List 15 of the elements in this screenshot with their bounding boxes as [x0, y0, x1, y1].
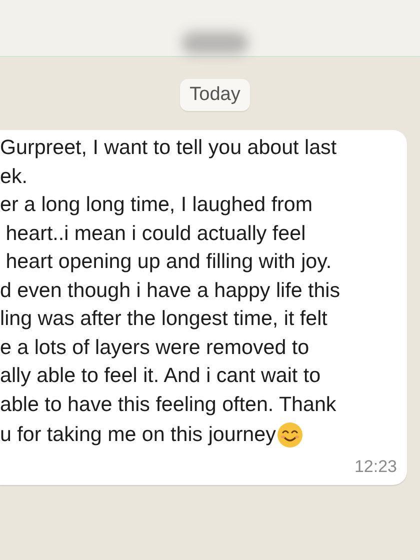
message-line: Gurpreet, I want to tell you about last: [0, 135, 338, 161]
message-line: able to have this feeling often. Thank: [0, 392, 338, 418]
message-line: heart..i mean i could actually feel: [4, 220, 307, 246]
message-line: er a long long time, I laughed from: [0, 192, 314, 218]
message-line: d even though i have a happy life this: [0, 278, 342, 304]
message-line: ally able to feel it. And i cant wait to: [0, 363, 322, 389]
date-badge: Today: [180, 79, 250, 111]
smiling-face-icon: [276, 422, 303, 448]
message-line: u for taking me on this journey: [0, 422, 276, 448]
message-line: ek.: [0, 164, 28, 190]
message-time: 12:23: [354, 457, 397, 477]
message-line: ling was after the longest time, it felt: [0, 306, 328, 332]
blurred-text: [182, 32, 248, 54]
message-line: e a lots of layers were removed to: [0, 334, 310, 360]
message-line: heart opening up and filling with joy.: [4, 249, 333, 275]
